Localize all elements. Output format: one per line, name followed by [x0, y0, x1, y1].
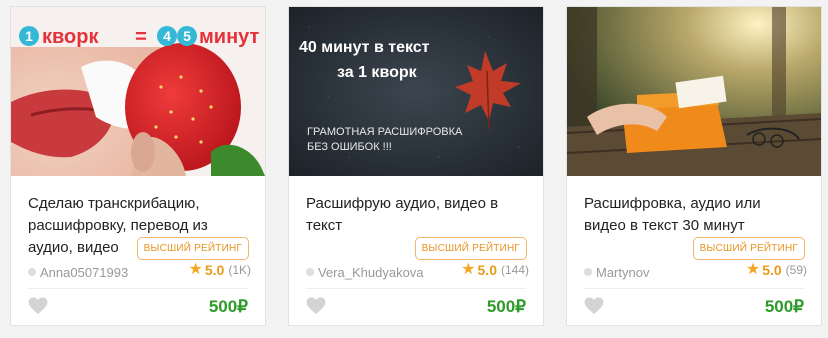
kwork-card[interactable]: 40 минут в текст за 1 кворк ГРАМОТНАЯ РА…: [288, 6, 544, 326]
top-rating-badge: Высший рейтинг: [136, 237, 249, 260]
kwork-card[interactable]: 1 кворк = 4 5 минут Сделаю транскрибацию…: [10, 6, 266, 326]
seller[interactable]: Vera_Khudyakova: [306, 264, 436, 280]
image-word-right: минут: [199, 26, 260, 48]
top-rating-badge: Высший рейтинг: [414, 237, 527, 260]
card-thumbnail[interactable]: [567, 7, 821, 176]
status-dot-icon: [584, 268, 592, 276]
price: 500₽: [764, 297, 804, 316]
asphalt-leaf-thumbnail-image: 40 минут в текст за 1 кворк ГРАМОТНАЯ РА…: [289, 7, 543, 176]
image-counter-left: 1: [25, 28, 33, 44]
seller-name[interactable]: Vera_Khudyakova: [318, 265, 424, 280]
image-headline: 40 минут в текст: [299, 39, 430, 56]
image-word-left: кворк: [42, 26, 99, 48]
card-thumbnail[interactable]: 1 кворк = 4 5 минут: [11, 7, 265, 176]
card-thumbnail[interactable]: 40 минут в текст за 1 кворк ГРАМОТНАЯ РА…: [289, 7, 543, 176]
rating: ★ 5.0 (1K): [188, 261, 251, 279]
heart-icon[interactable]: [306, 297, 326, 315]
rating-value: 5.0: [204, 262, 225, 278]
divider: [584, 288, 804, 289]
status-dot-icon: [306, 268, 314, 276]
image-equals: =: [135, 26, 147, 48]
image-subheadline: за 1 кворк: [337, 64, 418, 81]
image-caption-1: ГРАМОТНАЯ РАСШИФРОВКА: [307, 126, 463, 138]
seller-name[interactable]: Martynov: [596, 265, 649, 280]
card-title[interactable]: Расшифровка, аудио или видео в текст 30 …: [584, 193, 806, 237]
star-icon: ★: [745, 261, 761, 278]
seller[interactable]: Anna05071993: [28, 264, 158, 280]
star-icon: ★: [188, 261, 203, 278]
status-dot-icon: [28, 268, 36, 276]
heart-icon[interactable]: [584, 297, 604, 315]
star-icon: ★: [461, 261, 476, 278]
review-count: (59): [785, 263, 807, 277]
rating: ★ 5.0 (144): [461, 261, 529, 279]
divider: [28, 288, 248, 289]
price: 500₽: [486, 297, 526, 316]
divider: [306, 288, 526, 289]
kwork-card[interactable]: Расшифровка, аудио или видео в текст 30 …: [566, 6, 822, 326]
strawberry-thumbnail-image: 1 кворк = 4 5 минут: [11, 7, 265, 176]
card-title[interactable]: Расшифрую аудио, видео в текст: [306, 193, 528, 237]
price: 500₽: [208, 297, 248, 316]
rating-value: 5.0: [762, 262, 782, 278]
review-count: (1K): [228, 263, 251, 277]
rating-value: 5.0: [477, 262, 497, 278]
image-caption-2: БЕЗ ОШИБОК !!!: [307, 141, 392, 153]
rating: ★ 5.0 (59): [745, 261, 807, 279]
heart-icon[interactable]: [28, 297, 48, 315]
review-count: (144): [500, 263, 529, 277]
seller[interactable]: Martynov: [584, 264, 714, 280]
top-rating-badge: Высший рейтинг: [692, 237, 805, 260]
image-counter-right-b: 5: [183, 28, 191, 44]
image-counter-right-a: 4: [163, 28, 171, 44]
typewriter-thumbnail-image: [567, 7, 821, 176]
seller-name[interactable]: Anna05071993: [40, 265, 128, 280]
